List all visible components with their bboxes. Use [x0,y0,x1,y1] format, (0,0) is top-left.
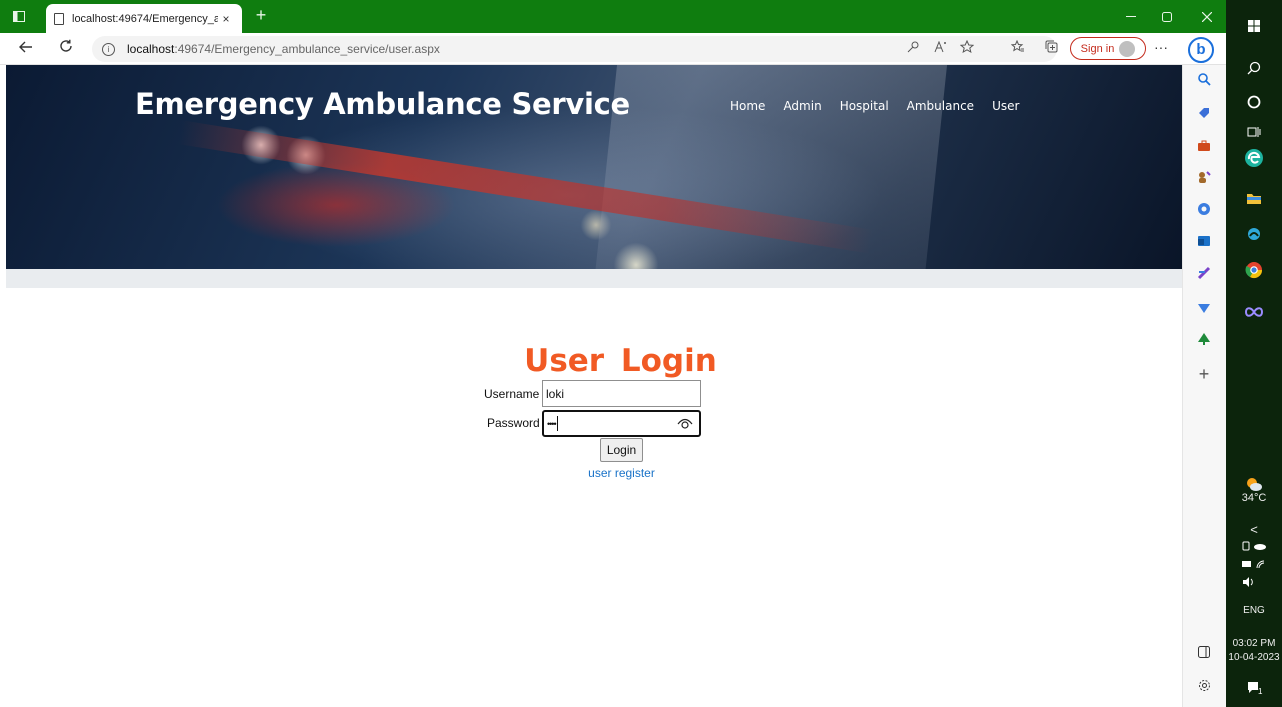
password-value: •••• [547,418,557,429]
tab-title: localhost:49674/Emergency_amb [72,12,218,25]
sidebar-designer-icon[interactable] [1193,265,1215,287]
minimize-icon[interactable] [1114,0,1148,33]
password-input[interactable]: •••• [542,410,701,437]
task-view-icon[interactable] [1240,118,1268,146]
notification-center-icon[interactable]: 1 [1240,674,1268,702]
refresh-icon[interactable] [54,37,78,61]
tray-volume-icon[interactable] [1226,577,1282,590]
chrome-icon[interactable] [1240,256,1268,284]
site-title: Emergency Ambulance Service [135,87,630,121]
sidebar-search-icon[interactable] [1193,71,1215,93]
username-label: Username [484,387,540,401]
site-info-icon[interactable]: i [102,42,115,56]
url-path: :49674/Emergency_ambulance_service/user.… [174,42,440,56]
show-hidden-icons-chevron-icon[interactable]: < [1226,522,1282,537]
sidebar-panel-toggle-icon[interactable] [1193,643,1215,665]
bing-copilot-icon[interactable]: b [1188,37,1214,63]
sidebar-settings-icon[interactable] [1193,677,1215,699]
sidebar-games-icon[interactable] [1193,169,1215,191]
input-language[interactable]: ENG [1226,605,1282,616]
collections-icon[interactable] [1040,36,1062,62]
clock-date[interactable]: 10-04-2023 [1226,652,1282,663]
edge-sidebar: + [1182,65,1226,707]
tray-meet-icon[interactable] [1226,541,1282,554]
weather-temperature: 34°C [1241,492,1267,504]
sign-in-button[interactable]: Sign in [1070,37,1146,60]
browser-tab[interactable]: localhost:49674/Emergency_amb × [46,4,242,33]
new-tab-icon[interactable]: + [250,5,272,27]
login-button[interactable]: Login [600,438,643,462]
nav-ambulance[interactable]: Ambulance [907,99,974,113]
cortana-icon[interactable] [1240,88,1268,116]
nav-admin[interactable]: Admin [783,99,821,113]
nav-home[interactable]: Home [730,99,765,113]
password-label: Password [487,416,540,430]
banner-ambulance-panel [593,65,949,269]
close-window-icon[interactable] [1190,0,1224,33]
windows-taskbar: 34°C < ENG 03:02 PM 10-04-2023 1 [1226,0,1282,707]
more-options-icon[interactable]: ··· [1150,39,1172,55]
profile-avatar-icon [1119,40,1136,57]
sidebar-shopping-icon[interactable] [1193,105,1215,127]
sidebar-tree-icon[interactable] [1193,331,1215,353]
taskbar-edge-icon[interactable] [1240,144,1268,172]
url-host: localhost [127,42,175,56]
login-title: User Login [524,343,717,379]
sign-in-label: Sign in [1080,42,1115,55]
tab-actions-icon[interactable] [2,0,36,33]
favorites-icon[interactable] [1007,36,1029,62]
read-aloud-icon[interactable] [929,36,951,62]
browser-tab-strip: localhost:49674/Emergency_amb × + [0,0,1226,33]
notification-count: 1 [1258,687,1263,696]
nav-user[interactable]: User [992,99,1019,113]
taskbar-infinity-app-icon[interactable] [1240,298,1268,326]
tray-battery-wifi-icon[interactable] [1226,559,1282,572]
file-explorer-icon[interactable] [1240,184,1268,212]
taskbar-app-icon[interactable] [1240,220,1268,248]
main-nav: Home Admin Hospital Ambulance User [730,99,1037,113]
start-windows-icon[interactable] [1240,12,1268,40]
username-input[interactable]: loki [542,380,701,407]
back-icon[interactable] [14,37,38,61]
favorite-star-icon[interactable] [956,36,978,62]
sidebar-drop-icon[interactable] [1193,299,1215,321]
header-banner: Emergency Ambulance Service Home Admin H… [6,65,1182,269]
reveal-password-eye-icon[interactable] [677,416,693,430]
sidebar-add-icon[interactable]: + [1193,363,1215,385]
sidebar-tools-icon[interactable] [1193,137,1215,159]
header-divider-band [6,269,1182,288]
user-register-link[interactable]: user register [0,466,1243,480]
page-icon [54,12,64,25]
url-field[interactable]: i localhost :49674/Emergency_ambulance_s… [92,36,1057,62]
sidebar-outlook-icon[interactable] [1193,233,1215,255]
nav-hospital[interactable]: Hospital [840,99,889,113]
clock-time[interactable]: 03:02 PM [1226,638,1282,649]
address-bar-row: i localhost :49674/Emergency_ambulance_s… [0,33,1226,65]
tab-close-icon[interactable]: × [218,12,234,26]
page-viewport: Emergency Ambulance Service Home Admin H… [0,65,1182,707]
key-icon[interactable] [902,36,924,62]
sidebar-office-icon[interactable] [1193,201,1215,223]
restore-icon[interactable] [1150,0,1184,33]
taskbar-search-icon[interactable] [1240,54,1268,82]
